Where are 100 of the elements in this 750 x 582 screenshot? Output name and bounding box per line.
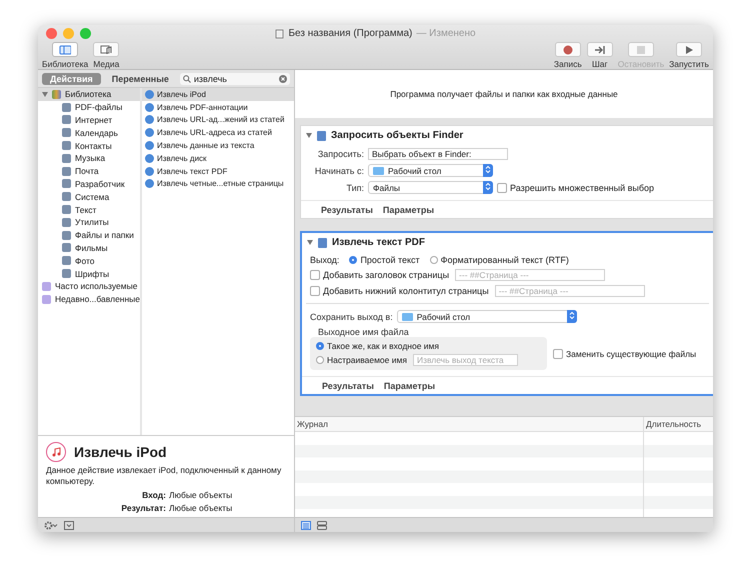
detail-value: Любые объекты (169, 490, 234, 500)
checkbox[interactable] (310, 270, 320, 280)
checkbox[interactable] (553, 348, 563, 358)
category-label: Текст (75, 204, 96, 215)
category-item[interactable]: Система (38, 190, 140, 204)
action-item[interactable]: Извлечь URL-ад...жений из статей (142, 114, 294, 126)
action-item[interactable]: Извлечь URL-адреса из статей (142, 126, 294, 140)
text-field[interactable]: Извлечь выход текста (412, 354, 518, 366)
action-label: Извлечь четные...етные страницы (157, 179, 284, 188)
category-item[interactable]: Часто используемые (38, 280, 140, 293)
category-item[interactable]: Фото (38, 254, 140, 268)
action-icon (317, 130, 326, 140)
category-label: Недавно...бавленные (55, 294, 140, 304)
category-item[interactable]: Календарь (38, 126, 140, 140)
library-tab[interactable]: Переменные (104, 72, 177, 84)
category-item[interactable]: Разработчик (38, 178, 140, 190)
description-title: Извлечь iPod (74, 444, 167, 460)
category-item[interactable]: Недавно...бавленные (38, 292, 140, 306)
action-label: Извлечь данные из текста (157, 141, 254, 150)
edited-status: — Изменено (416, 28, 476, 39)
category-item[interactable]: PDF-файлы (38, 100, 140, 114)
field-label: Сохранить выход в: (310, 312, 393, 322)
action-footer-tab[interactable]: Результаты (322, 381, 374, 391)
updown-arrows-icon (566, 310, 577, 321)
category-item[interactable]: Шрифты (38, 267, 140, 280)
category-item[interactable]: Текст (38, 203, 140, 216)
toolbar-button[interactable]: Библиотека (42, 42, 88, 69)
checkbox[interactable] (310, 286, 320, 296)
popup-menu[interactable]: Файлы (368, 181, 493, 194)
column-header: Журнал (296, 418, 330, 431)
zoom-button[interactable] (80, 28, 91, 39)
category-item[interactable]: Почта (38, 164, 140, 178)
text-field[interactable]: --- ##Страница --- (494, 285, 645, 297)
radio-button[interactable] (316, 342, 324, 350)
action-label: Извлечь диск (157, 154, 207, 163)
popup-menu[interactable]: Рабочий стол (368, 164, 493, 177)
checkbox-label: Заменить существующие файлы (566, 348, 696, 358)
window-title: Без названия (Программа) (288, 28, 412, 39)
category-label: Календарь (75, 128, 118, 138)
radio-button[interactable] (430, 256, 438, 264)
action-card[interactable]: Запросить объекты Finder Запросить: Выбрать объект в Finder: Начинать с: Рабочий стол Тип: Файлы Разрешить множественный выбор Результаты Параметры (300, 125, 713, 219)
folder-icon (402, 312, 413, 320)
minimize-button[interactable] (63, 28, 74, 39)
radio-label: Простой текст (360, 255, 420, 265)
category-label: Фильмы (75, 242, 108, 253)
action-card[interactable] (300, 231, 713, 396)
action-item[interactable]: Извлечь данные из текста (142, 139, 294, 152)
category-item[interactable]: Файлы и папки (38, 228, 140, 242)
note-drawing (51, 447, 61, 457)
category-label: Интернет (75, 114, 112, 125)
search-field[interactable]: извлечь (180, 72, 290, 84)
group-label: Выходное имя файла (317, 327, 410, 337)
category-label: Музыка (75, 153, 106, 164)
action-footer-tab[interactable]: Параметры (382, 205, 434, 215)
clear-icon[interactable] (279, 74, 287, 82)
checkbox-label: Добавить заголовок страницы (323, 270, 450, 280)
category-item[interactable]: Утилиты (38, 216, 140, 229)
category-label: Утилиты (75, 217, 109, 228)
panel-toggle-icon (64, 520, 74, 530)
play-icon (683, 44, 696, 54)
split-view-icon (317, 520, 327, 530)
radio-button[interactable] (349, 256, 358, 264)
disclosure-triangle-icon[interactable] (306, 133, 312, 138)
category-label: Шрифты (75, 268, 110, 279)
action-title: Запросить объекты Finder (331, 130, 464, 141)
column-header: Длительность (643, 417, 713, 431)
category-label: Библиотека (65, 89, 112, 100)
radio-button[interactable] (316, 356, 324, 364)
action-item[interactable]: Извлечь PDF-аннотации (142, 100, 294, 114)
workflow-input-note: Программа получает файлы и папки как входные данные (295, 70, 713, 118)
toolbar-button[interactable]: Запустить (669, 42, 709, 69)
category-item[interactable]: Музыка (38, 152, 140, 165)
record-icon (562, 44, 574, 54)
stop-icon (634, 44, 647, 54)
action-label: Извлечь URL-адреса из статей (157, 128, 272, 138)
category-item[interactable]: Библиотека (38, 88, 140, 101)
close-button[interactable] (46, 28, 57, 39)
category-label: Фото (75, 256, 95, 266)
list-view-icon (301, 520, 311, 530)
step-icon (594, 44, 606, 54)
detail-label: Вход: (141, 490, 166, 500)
category-label: PDF-файлы (75, 102, 122, 112)
action-item[interactable]: Извлечь диск (142, 152, 294, 165)
category-item[interactable]: Интернет (38, 114, 140, 126)
action-item[interactable]: Извлечь текст PDF (142, 164, 294, 178)
text-field[interactable]: --- ##Страница --- (455, 269, 606, 281)
disclosure-triangle-icon[interactable] (307, 240, 313, 245)
action-footer-tab[interactable]: Параметры (384, 381, 436, 391)
updown-arrows-icon (483, 181, 493, 192)
popup-menu[interactable]: Рабочий стол (396, 310, 577, 323)
sidebar-icon (59, 44, 72, 54)
category-item[interactable]: Контакты (38, 139, 140, 152)
category-label: Разработчик (75, 178, 125, 189)
action-item[interactable]: Извлечь четные...етные страницы (142, 178, 294, 190)
checkbox[interactable] (497, 182, 507, 192)
text-field[interactable]: Выбрать объект в Finder: (368, 148, 508, 160)
action-item[interactable]: Извлечь iPod (142, 88, 294, 101)
action-footer-tab[interactable]: Результаты (321, 205, 373, 215)
folder-icon (373, 166, 384, 174)
category-item[interactable]: Фильмы (38, 242, 140, 254)
